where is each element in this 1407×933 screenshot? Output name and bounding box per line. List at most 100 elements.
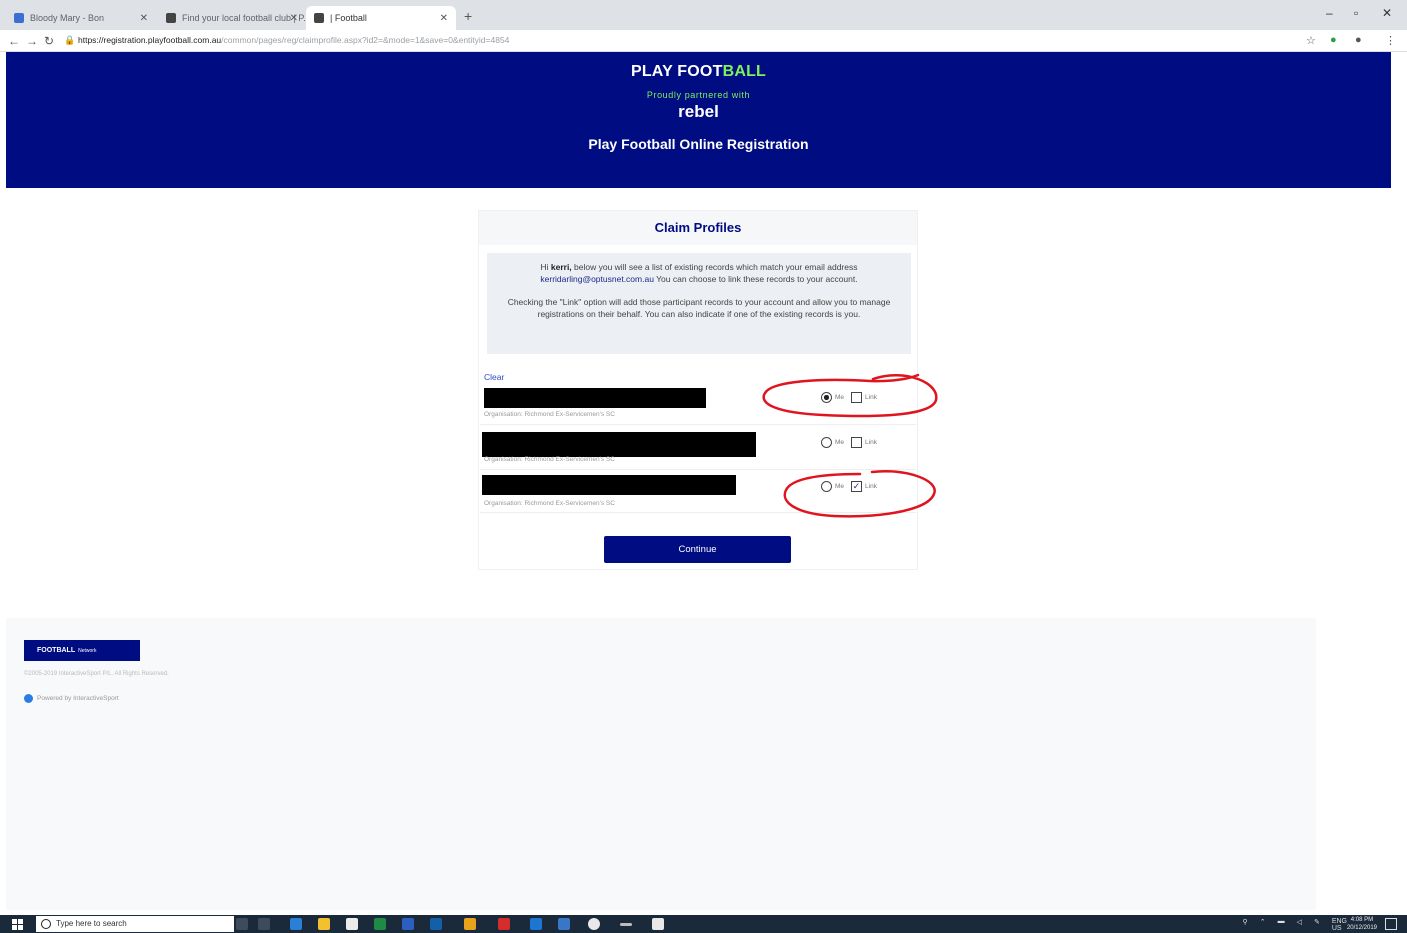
photos-icon[interactable]	[652, 918, 664, 930]
taskbar-clock[interactable]: 4:08 PM 20/12/2019	[1347, 916, 1377, 932]
action-center-icon[interactable]	[1385, 918, 1397, 930]
clear-link[interactable]: Clear	[484, 372, 504, 382]
record-organisation: Organisation: Richmond Ex-Servicemen's S…	[484, 500, 615, 507]
edge-icon[interactable]	[290, 918, 302, 930]
me-label: Me	[835, 483, 845, 490]
chrome-icon[interactable]	[464, 918, 476, 930]
link-checkbox-checked[interactable]: ✓	[851, 481, 863, 492]
record-divider	[480, 512, 916, 513]
close-tab-icon[interactable]: ✕	[290, 13, 298, 24]
close-tab-icon[interactable]: ✕	[140, 13, 148, 24]
people-icon[interactable]: ⚲	[1243, 918, 1248, 932]
clock-date: 20/12/2019	[1346, 925, 1377, 931]
profile-icon[interactable]: ●	[1355, 34, 1362, 46]
acrobat-icon[interactable]	[498, 918, 510, 930]
football-favicon-icon	[314, 13, 324, 23]
user-name: kerri,	[550, 262, 572, 272]
cortana-icon	[41, 919, 51, 929]
me-radio[interactable]	[821, 481, 832, 492]
menu-kebab-icon[interactable]: ⋮	[1385, 34, 1396, 47]
windows-start-icon[interactable]	[12, 919, 23, 930]
forward-icon[interactable]: →	[26, 34, 38, 48]
tab-label: | Football	[330, 13, 367, 23]
tab-label: Bloody Mary - Bon	[30, 13, 105, 23]
tab-label: Find your local football club | P...	[182, 13, 306, 23]
link-label: Link	[865, 483, 877, 490]
football-network-logo[interactable]: FOOTBALL Network	[24, 640, 140, 661]
bookmark-star-icon[interactable]: ☆	[1306, 34, 1316, 47]
record-organisation: Organisation: Richmond Ex-Servicemen's S…	[484, 456, 615, 463]
user-email: kerridarling@optusnet.com.au	[540, 274, 654, 285]
show-hidden-icons-icon[interactable]: ⌃	[1260, 918, 1266, 932]
maximize-icon[interactable]: ▫	[1354, 6, 1358, 20]
link-label: Link	[865, 394, 877, 401]
word-icon[interactable]	[402, 918, 414, 930]
close-tab-icon[interactable]: ✕	[440, 13, 448, 24]
mic-icon[interactable]	[236, 918, 248, 930]
brand-text-b: BALL	[722, 63, 767, 80]
redacted-name-bar	[482, 475, 736, 495]
volume-icon[interactable]: ◁	[1297, 918, 1302, 932]
excel-icon[interactable]	[374, 918, 386, 930]
file-explorer-icon[interactable]	[318, 918, 330, 930]
url-host: https://registration.playfootball.com.au	[78, 35, 222, 45]
system-tray: ⚲ ⌃ ▬ ◁ ✎ ENG US	[1243, 918, 1347, 932]
record-options: Me ✓ Link	[821, 481, 877, 492]
continue-button[interactable]: Continue	[604, 536, 791, 563]
language-indicator[interactable]: ENG US	[1332, 918, 1347, 932]
search-placeholder: Type here to search	[56, 919, 127, 928]
address-bar: ← → ↻ 🔒 https://registration.playfootbal…	[0, 30, 1407, 52]
calculator-icon[interactable]	[620, 923, 632, 926]
info-panel: Hi kerri, below you will see a list of e…	[487, 253, 911, 354]
me-radio[interactable]	[821, 437, 832, 448]
link-checkbox[interactable]	[851, 437, 863, 448]
powered-by-text: Powered by InteractiveSport	[37, 695, 119, 702]
record-organisation: Organisation: Richmond Ex-Servicemen's S…	[484, 411, 615, 418]
extension-icon[interactable]: ●	[1330, 34, 1337, 46]
pen-icon[interactable]: ✎	[1314, 918, 1320, 932]
task-view-icon[interactable]	[258, 918, 270, 930]
copyright-text: ©2005-2019 InteractiveSport P/L. All Rig…	[24, 671, 169, 677]
network-icon[interactable]: ▬	[1278, 918, 1285, 932]
link-checkbox[interactable]	[851, 392, 863, 403]
browser-tab-bar: Bloody Mary - Bon ✕ Find your local foot…	[0, 0, 1407, 30]
url-path: /common/pages/reg/claimprofile.aspx?id2=…	[221, 35, 510, 45]
browser-tab[interactable]: Bloody Mary - Bon ✕	[6, 6, 156, 30]
app-icon[interactable]	[588, 918, 600, 930]
partner-tagline: Proudly partnered with	[646, 90, 751, 100]
taskbar-search-input[interactable]: Type here to search	[36, 916, 234, 932]
close-window-icon[interactable]: ✕	[1382, 6, 1392, 20]
record-divider	[480, 424, 916, 425]
outlook-icon[interactable]	[558, 918, 570, 930]
info-line1: below you will see a list of existing re…	[571, 262, 858, 272]
browser-tab[interactable]: Find your local football club | P... ✕	[158, 6, 306, 30]
windows-taskbar: Type here to search ⚲ ⌃ ▬ ◁ ✎ ENG US 4:08…	[0, 915, 1407, 933]
me-radio[interactable]	[821, 392, 832, 403]
record-divider	[480, 469, 916, 470]
interactivesport-icon	[24, 694, 33, 703]
site-header: PLAY FOOTBALL Proudly partnered with reb…	[6, 52, 1391, 188]
publisher-icon[interactable]	[430, 918, 442, 930]
page-footer	[6, 618, 1316, 910]
site-logo[interactable]: PLAY FOOTBALL	[6, 63, 1391, 81]
browser-tab-active[interactable]: | Football ✕	[306, 6, 456, 30]
powered-by-link[interactable]: Powered by InteractiveSport	[24, 694, 119, 703]
lang-b: US	[1331, 925, 1342, 932]
network-text-b: Network	[78, 648, 97, 654]
store-icon[interactable]	[346, 918, 358, 930]
football-favicon-icon	[166, 13, 176, 23]
reload-icon[interactable]: ↻	[44, 34, 54, 48]
info-greeting: Hi	[540, 262, 551, 272]
link-label: Link	[865, 439, 877, 446]
info-link-explanation: Checking the "Link" option will add thos…	[507, 296, 891, 319]
clock-time: 4:08 PM	[1350, 917, 1374, 923]
lightroom-icon[interactable]	[530, 918, 542, 930]
brand-text-a: PLAY FOOT	[630, 63, 723, 80]
me-label: Me	[835, 439, 845, 446]
url-field[interactable]: https://registration.playfootball.com.au…	[78, 35, 509, 45]
back-icon[interactable]: ←	[8, 34, 20, 48]
new-tab-icon[interactable]: +	[464, 8, 472, 24]
site-favicon-icon	[14, 13, 24, 23]
minimize-icon[interactable]: –	[1326, 6, 1333, 20]
info-line2: You can choose to link these records to …	[653, 274, 858, 285]
